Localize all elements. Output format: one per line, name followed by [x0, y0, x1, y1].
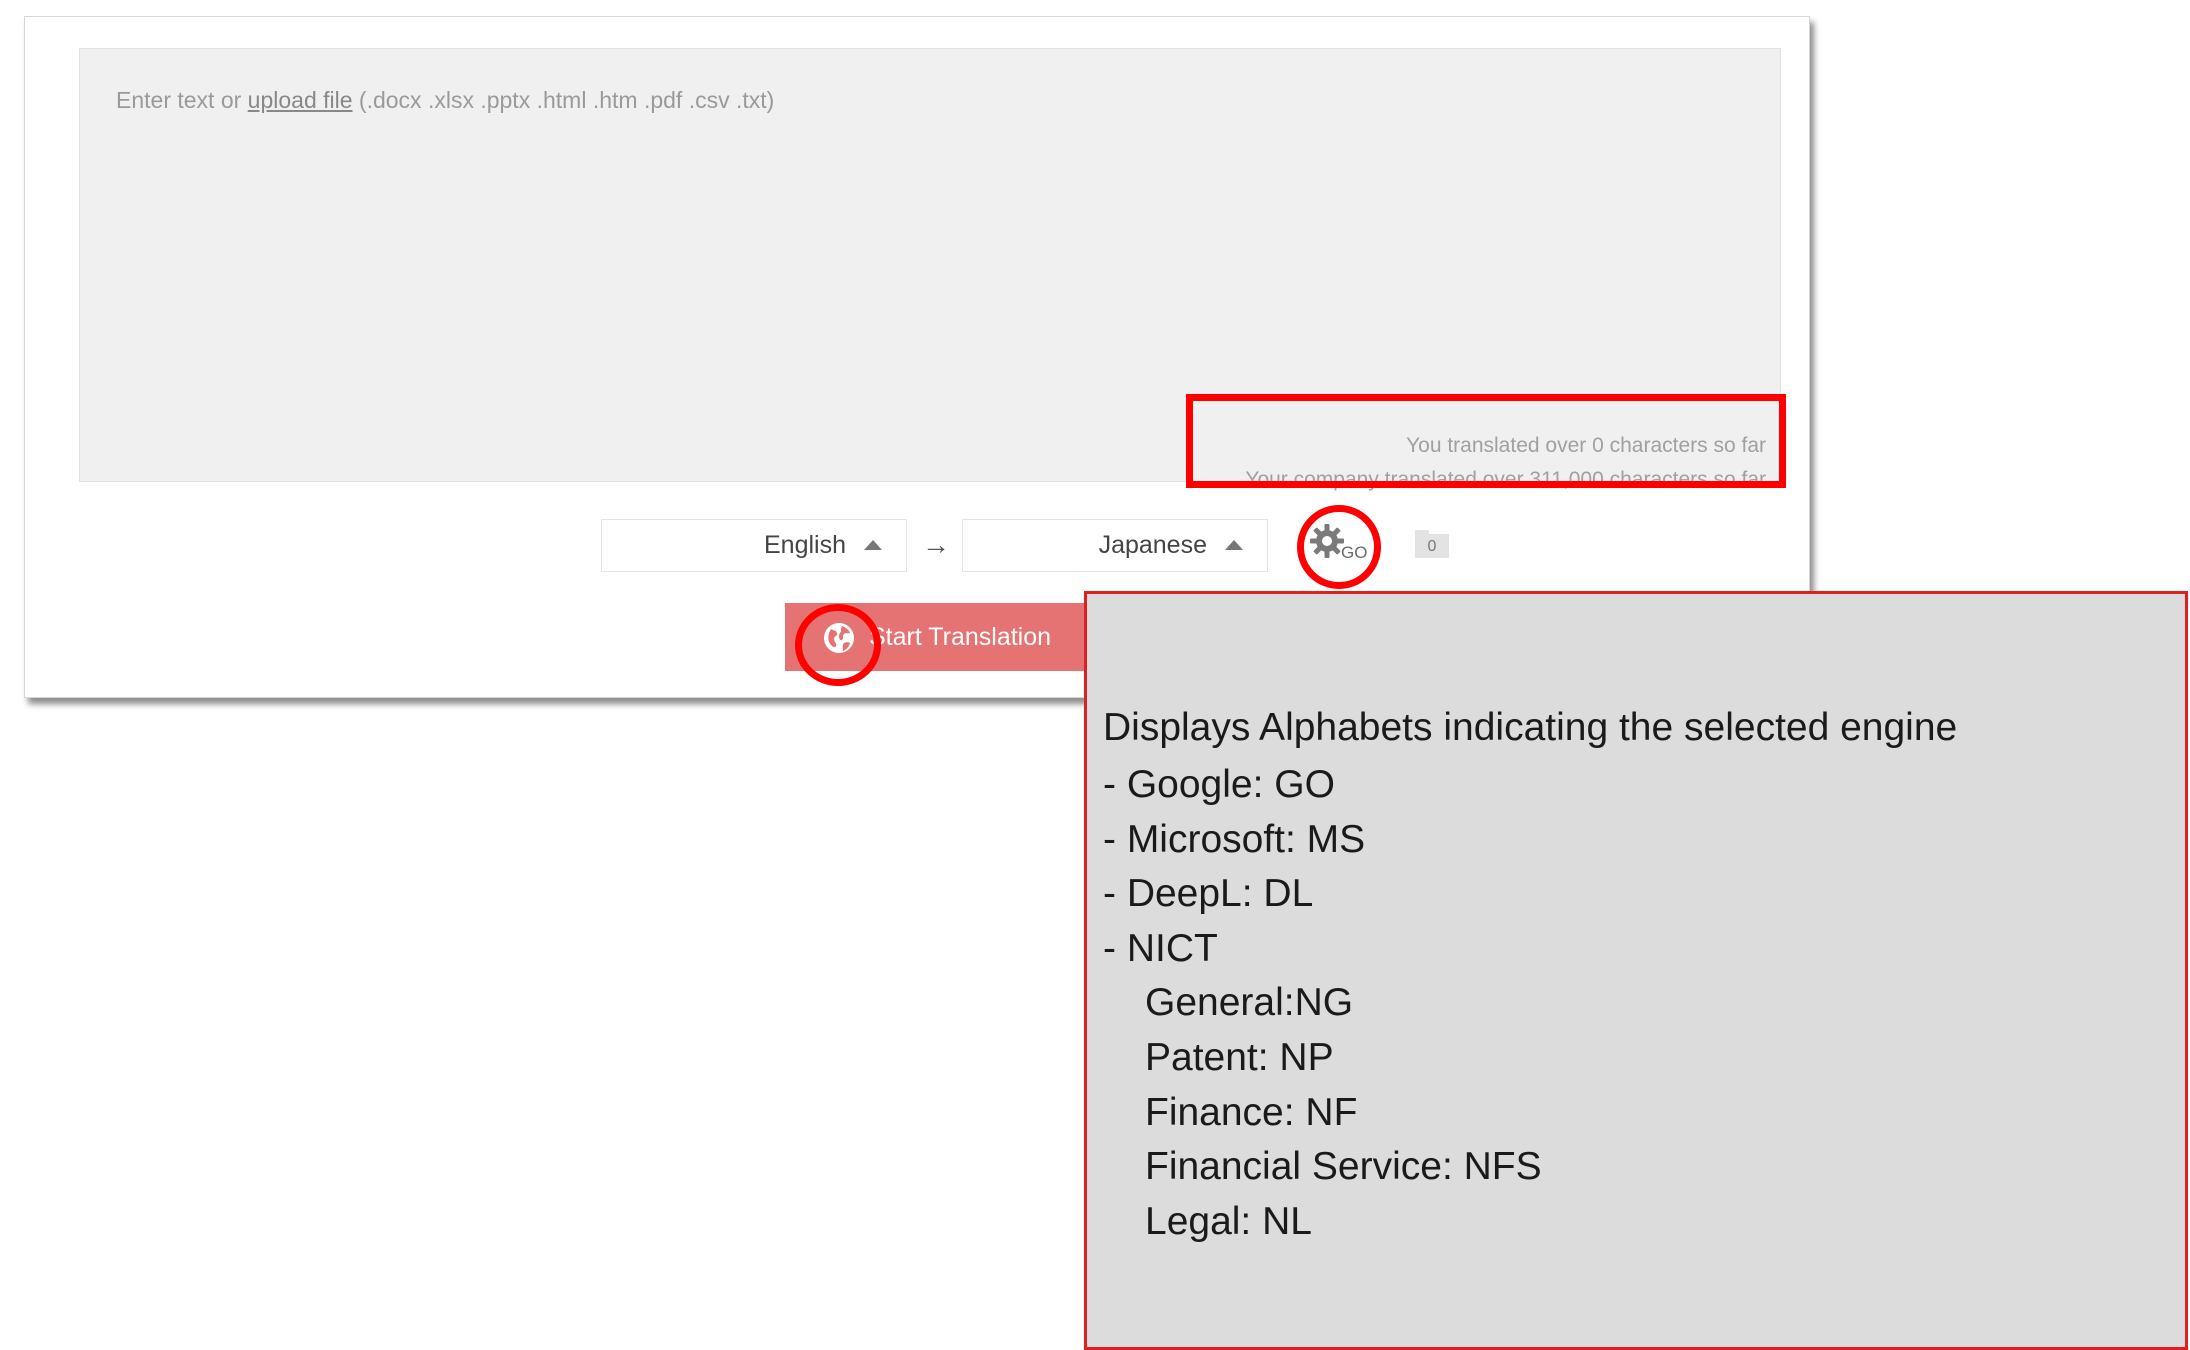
start-translation-label: Start Translation — [869, 623, 1052, 651]
engine-callout-panel: Displays Alphabets indicating the select… — [1084, 591, 2188, 1350]
source-language-label: English — [764, 531, 846, 559]
globe-highlight-circle — [795, 604, 881, 686]
engine-item-nict: - NICT — [1103, 926, 1218, 970]
stats-highlight-box — [1186, 394, 1786, 488]
folder-button[interactable]: 0 — [1415, 530, 1449, 558]
engine-item-google: - Google: GO — [1103, 763, 1335, 806]
callout-title: Displays Alphabets indicating the select… — [1103, 706, 1958, 749]
engine-item-deepl: - DeepL: DL — [1103, 872, 1314, 916]
engine-item-microsoft: - Microsoft: MS — [1103, 817, 1366, 861]
target-language-select[interactable]: Japanese — [962, 519, 1268, 572]
nict-item-patent: Patent: NP — [1145, 1035, 1334, 1079]
source-placeholder: Enter text or upload file (.docx .xlsx .… — [116, 87, 774, 114]
placeholder-prefix: Enter text or — [116, 87, 248, 113]
nict-item-legal: Legal: NL — [1145, 1199, 1312, 1243]
engine-highlight-circle — [1297, 505, 1381, 589]
nict-item-finance: Finance: NF — [1145, 1090, 1358, 1134]
caret-up-icon — [864, 540, 882, 550]
arrow-right-icon: → — [922, 529, 950, 560]
caret-up-icon — [1225, 540, 1243, 550]
source-language-select[interactable]: English — [601, 519, 907, 572]
nict-sub-list: General:NG Patent: NP Finance: NF Financ… — [1103, 976, 1542, 1249]
nict-item-financial-service: Financial Service: NFS — [1145, 1145, 1542, 1189]
nict-sub-list-container: General:NG Patent: NP Finance: NF Financ… — [1103, 976, 1542, 1249]
nict-item-general: General:NG — [1145, 981, 1354, 1025]
page: Enter text or upload file (.docx .xlsx .… — [0, 0, 2190, 1350]
upload-file-link[interactable]: upload file — [248, 87, 353, 113]
folder-count: 0 — [1415, 534, 1449, 558]
target-language-label: Japanese — [1098, 531, 1207, 559]
placeholder-formats: (.docx .xlsx .pptx .html .htm .pdf .csv … — [352, 87, 775, 113]
engine-code-list: - Google: GO - Microsoft: MS - DeepL: DL… — [1103, 758, 1542, 1249]
